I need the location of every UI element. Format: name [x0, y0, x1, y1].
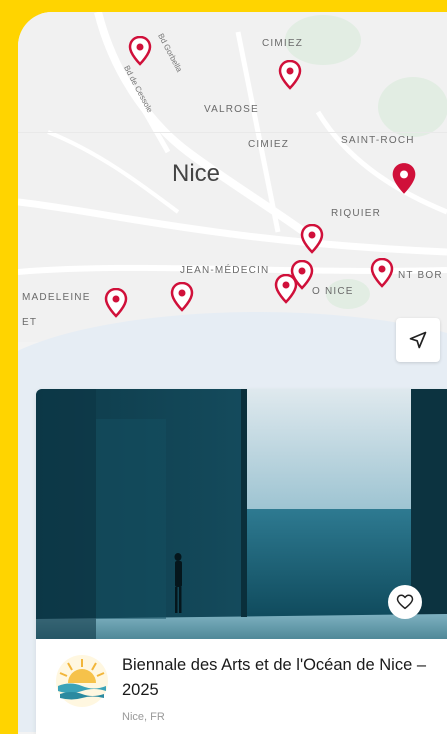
map-label-jean-medecin: JEAN-MÉDECIN	[180, 265, 270, 276]
map-label-nice-port: O NICE	[312, 286, 354, 297]
map-label-et: ET	[22, 317, 38, 328]
locate-me-button[interactable]	[396, 318, 440, 362]
map-pin[interactable]	[170, 281, 194, 312]
map-label-riquier: RIQUIER	[331, 208, 382, 219]
map-pin[interactable]	[274, 273, 298, 304]
event-photo	[36, 389, 447, 639]
map-view[interactable]: CIMIEZ VALROSE CIMIEZ SAINT-ROCH Nice RI…	[18, 12, 447, 342]
map-label-city: Nice	[172, 160, 221, 187]
map-label-port-bor: NT BOR	[398, 270, 443, 281]
event-card[interactable]: Biennale des Arts et de l'Océan de Nice …	[36, 389, 447, 734]
map-label-cimiez-top: CIMIEZ	[262, 38, 304, 49]
map-pin[interactable]	[370, 257, 394, 288]
event-location: Nice, FR	[122, 711, 165, 723]
map-pin[interactable]	[278, 59, 302, 90]
map-pin-selected[interactable]	[390, 162, 418, 196]
map-label-valrose: VALROSE	[204, 104, 259, 115]
map-label-saint-roch: SAINT-ROCH	[341, 135, 415, 146]
map-pin[interactable]	[300, 223, 324, 254]
map-label-cimiez: CIMIEZ	[248, 139, 290, 150]
phone-screen: CIMIEZ VALROSE CIMIEZ SAINT-ROCH Nice RI…	[18, 12, 447, 734]
map-label-madeleine: MADELEINE	[22, 292, 91, 303]
event-logo	[56, 655, 108, 707]
map-pin[interactable]	[128, 35, 152, 66]
favorite-button[interactable]	[388, 585, 422, 619]
map-pin[interactable]	[104, 287, 128, 318]
navigation-arrow-icon	[409, 331, 427, 349]
event-title[interactable]: Biennale des Arts et de l'Océan de Nice …	[122, 653, 432, 703]
heart-icon	[396, 594, 414, 610]
